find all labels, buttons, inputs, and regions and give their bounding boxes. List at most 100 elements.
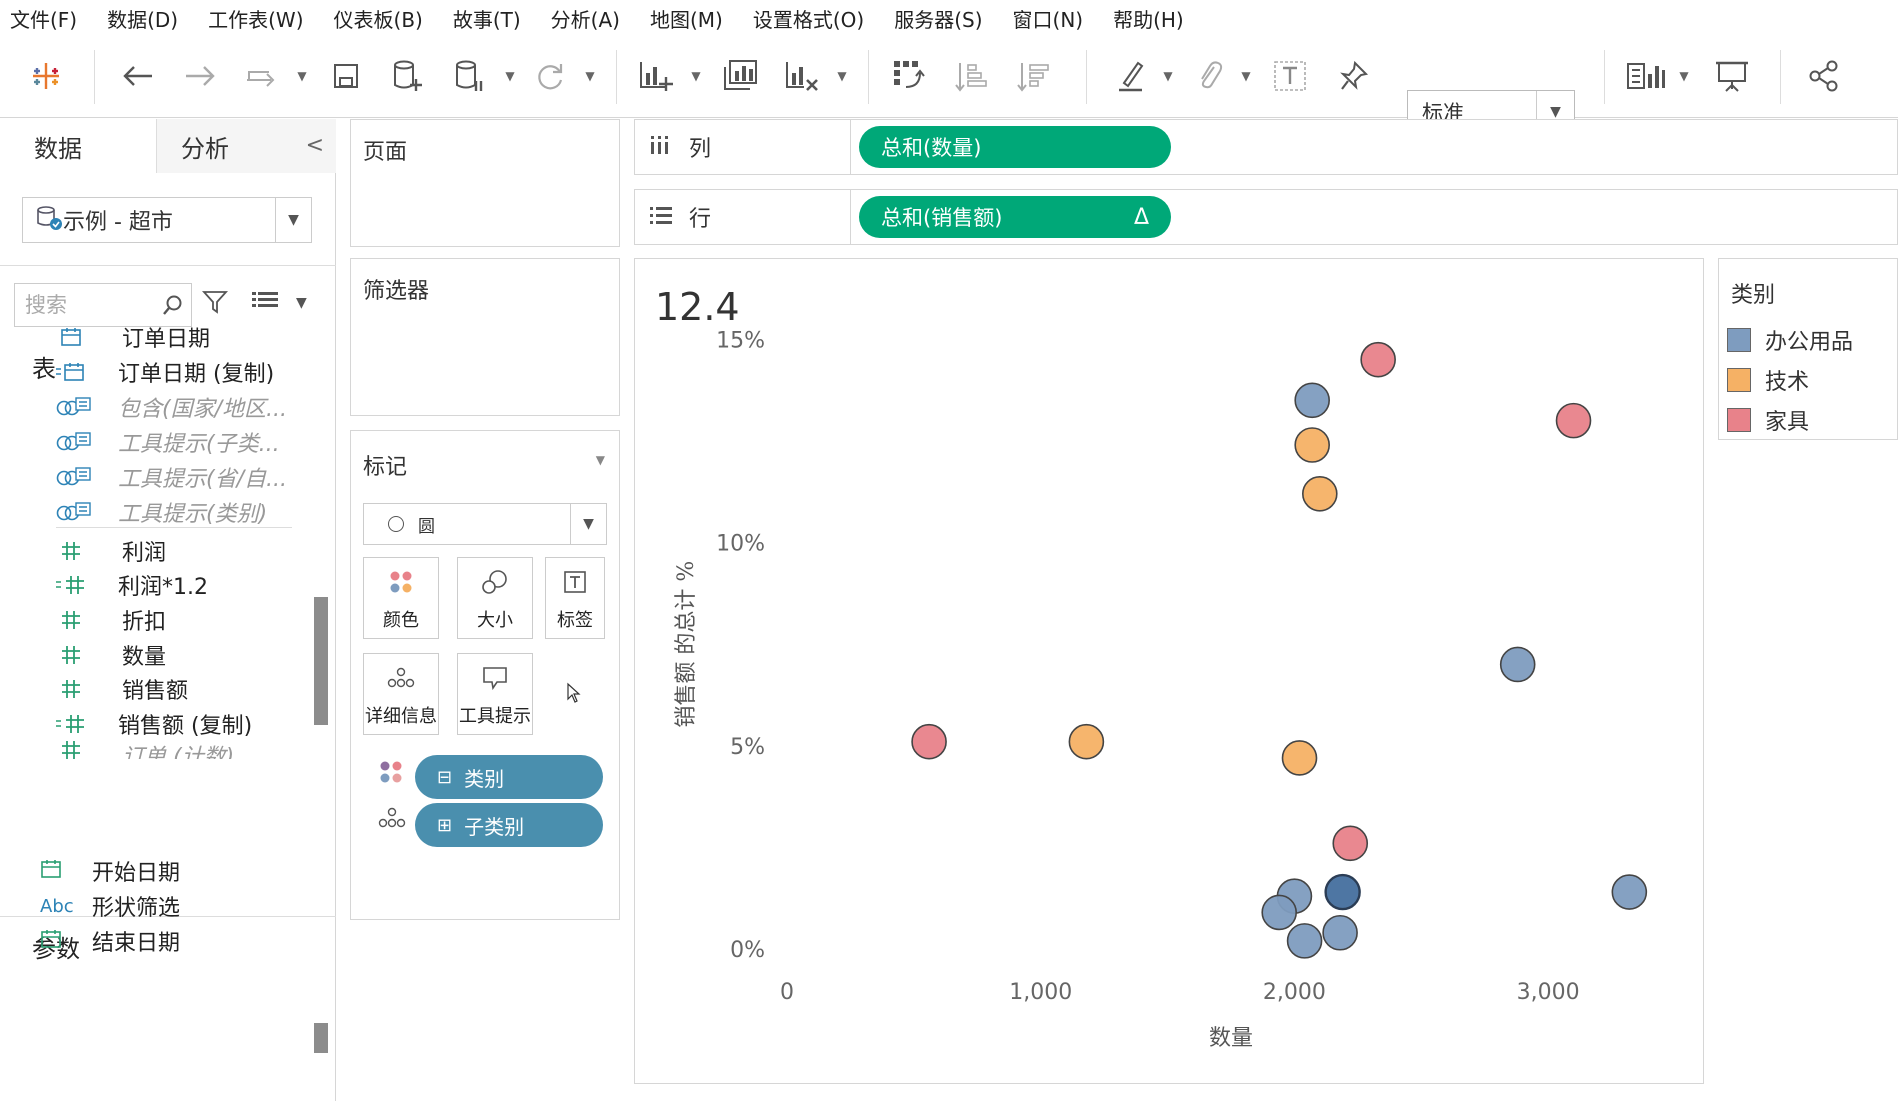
show-me-caret-icon[interactable]: ▼ bbox=[1676, 66, 1692, 86]
new-worksheet-caret-icon[interactable]: ▼ bbox=[688, 66, 704, 86]
category-legend[interactable]: 类别 办公用品 技术 家具 bbox=[1718, 258, 1898, 440]
menu-item[interactable]: 故事(T) bbox=[453, 4, 521, 33]
parameter-item[interactable]: 结束日期 bbox=[40, 921, 300, 961]
scatter-point[interactable] bbox=[1611, 874, 1648, 910]
menu-item[interactable]: 服务器(S) bbox=[894, 4, 982, 33]
scatter-point[interactable] bbox=[1281, 740, 1318, 776]
clear-caret-icon[interactable]: ▼ bbox=[834, 66, 850, 86]
selected-scatter-point[interactable] bbox=[1324, 873, 1361, 911]
menu-item[interactable]: 仪表板(B) bbox=[334, 4, 423, 33]
field-item[interactable]: 折扣 bbox=[60, 600, 300, 640]
mark-type-select[interactable]: 圆 ▼ bbox=[363, 503, 607, 545]
tab-analysis[interactable]: 分析 < bbox=[157, 119, 336, 173]
swap-icon[interactable] bbox=[890, 56, 930, 96]
rows-pill[interactable]: 总和(销售额) Δ bbox=[859, 196, 1171, 238]
tableau-logo-icon[interactable] bbox=[26, 56, 66, 96]
text-label-icon[interactable] bbox=[1270, 56, 1310, 96]
pin-icon[interactable] bbox=[1334, 56, 1374, 96]
scatter-point[interactable] bbox=[911, 723, 947, 760]
datasource-select[interactable]: 示例 - 超市 ▼ bbox=[22, 197, 312, 243]
presentation-icon[interactable] bbox=[1712, 56, 1752, 96]
parameter-item[interactable]: Abc 形状筛选 bbox=[40, 886, 300, 926]
chevron-down-icon[interactable]: ▼ bbox=[296, 295, 307, 311]
filters-card[interactable]: 筛选器 bbox=[350, 258, 620, 416]
group-caret-icon[interactable]: ▼ bbox=[1238, 66, 1254, 86]
field-item[interactable]: 订单日期 bbox=[60, 317, 300, 357]
pause-datasource-icon[interactable] bbox=[450, 56, 490, 96]
scatter-point[interactable] bbox=[1261, 894, 1298, 931]
highlight-icon[interactable] bbox=[1112, 56, 1152, 96]
menu-item[interactable]: 分析(A) bbox=[551, 4, 620, 33]
fields-scrollbar[interactable] bbox=[314, 597, 328, 725]
columns-shelf[interactable]: 列 总和(数量) bbox=[634, 119, 1898, 175]
show-me-icon[interactable] bbox=[1626, 56, 1666, 96]
sort-descending-icon[interactable] bbox=[1014, 56, 1054, 96]
legend-item[interactable]: 技术 bbox=[1727, 363, 1809, 397]
field-item[interactable]: 工具提示(子类... bbox=[56, 422, 296, 462]
redo-icon[interactable] bbox=[242, 56, 282, 96]
duplicate-worksheet-icon[interactable] bbox=[720, 56, 760, 96]
refresh-icon[interactable] bbox=[530, 56, 570, 96]
datasource-caret-icon[interactable]: ▼ bbox=[502, 66, 518, 86]
expand-box-icon[interactable]: ⊞ bbox=[437, 815, 452, 836]
field-item[interactable]: 包含(国家/地区... bbox=[56, 387, 296, 427]
list-view-icon[interactable] bbox=[252, 289, 278, 317]
color-category-pill[interactable]: ⊟ 类别 bbox=[415, 755, 603, 799]
highlight-caret-icon[interactable]: ▼ bbox=[1160, 66, 1176, 86]
scatter-point[interactable] bbox=[1322, 914, 1358, 951]
scatter-point[interactable] bbox=[1360, 341, 1396, 378]
menu-item[interactable]: 帮助(H) bbox=[1113, 4, 1184, 33]
field-item[interactable]: 利润*1.2 bbox=[56, 565, 296, 605]
columns-pill[interactable]: 总和(数量) bbox=[859, 126, 1171, 168]
collapse-pane-icon[interactable]: < bbox=[306, 133, 324, 158]
scatter-point[interactable] bbox=[1499, 646, 1536, 683]
scatter-point[interactable] bbox=[1294, 427, 1330, 463]
detail-subcategory-pill[interactable]: ⊞ 子类别 bbox=[415, 803, 603, 847]
field-item[interactable]: 工具提示(类别) bbox=[56, 492, 296, 532]
rows-shelf[interactable]: 行 总和(销售额) Δ bbox=[634, 189, 1898, 245]
menu-item[interactable]: 地图(M) bbox=[650, 4, 723, 33]
legend-item[interactable]: 家具 bbox=[1727, 403, 1809, 437]
detail-button[interactable]: 详细信息 bbox=[363, 653, 439, 735]
group-icon[interactable] bbox=[1190, 56, 1230, 96]
new-datasource-icon[interactable] bbox=[388, 56, 428, 96]
field-item[interactable]: 订单日期 (复制) bbox=[56, 352, 296, 392]
field-item[interactable]: 销售额 (复制) bbox=[56, 704, 296, 744]
new-worksheet-icon[interactable] bbox=[636, 56, 676, 96]
legend-item[interactable]: 办公用品 bbox=[1727, 323, 1853, 357]
menu-item[interactable]: 窗口(N) bbox=[1013, 4, 1084, 33]
forward-icon[interactable] bbox=[180, 56, 220, 96]
refresh-caret-icon[interactable]: ▼ bbox=[582, 66, 598, 86]
field-item[interactable]: 工具提示(省/自... bbox=[56, 457, 296, 497]
chevron-down-icon[interactable]: ▼ bbox=[570, 504, 606, 544]
field-item[interactable]: 订单 (计数) bbox=[60, 739, 300, 759]
menu-item[interactable]: 工作表(W) bbox=[208, 4, 303, 33]
tab-data[interactable]: 数据 bbox=[0, 119, 157, 173]
scatter-chart[interactable]: 0% 5% 10% 15% 0 1,000 2,000 3,000 数量 销售额 的总计 % bbox=[635, 259, 1705, 1085]
redo-caret-icon[interactable]: ▼ bbox=[294, 66, 310, 86]
scatter-point[interactable] bbox=[1068, 723, 1105, 760]
tooltip-button[interactable]: 工具提示 bbox=[457, 653, 533, 735]
search-icon[interactable] bbox=[155, 294, 191, 316]
params-scrollbar[interactable] bbox=[314, 1023, 328, 1053]
menu-item[interactable]: 文件(F) bbox=[10, 4, 77, 33]
menu-item[interactable]: 设置格式(O) bbox=[753, 4, 864, 33]
field-item[interactable]: 销售额 bbox=[60, 669, 300, 709]
scatter-point[interactable] bbox=[1286, 923, 1323, 959]
menu-item[interactable]: 数据(D) bbox=[107, 4, 178, 33]
sort-ascending-icon[interactable] bbox=[952, 56, 992, 96]
parameter-item[interactable]: 开始日期 bbox=[40, 851, 300, 891]
label-button[interactable]: 标签 bbox=[545, 557, 605, 639]
scatter-point[interactable] bbox=[1332, 825, 1369, 862]
search-input[interactable] bbox=[15, 293, 155, 317]
chevron-down-icon[interactable]: ▼ bbox=[596, 453, 605, 467]
save-icon[interactable] bbox=[326, 56, 366, 96]
size-button[interactable]: 大小 bbox=[457, 557, 533, 639]
collapse-box-icon[interactable]: ⊟ bbox=[437, 767, 452, 788]
share-icon[interactable] bbox=[1804, 56, 1844, 96]
back-icon[interactable] bbox=[118, 56, 158, 96]
scatter-point[interactable] bbox=[1294, 382, 1330, 419]
clear-worksheet-icon[interactable] bbox=[782, 56, 822, 96]
color-button[interactable]: 颜色 bbox=[363, 557, 439, 639]
chevron-down-icon[interactable]: ▼ bbox=[275, 198, 311, 242]
